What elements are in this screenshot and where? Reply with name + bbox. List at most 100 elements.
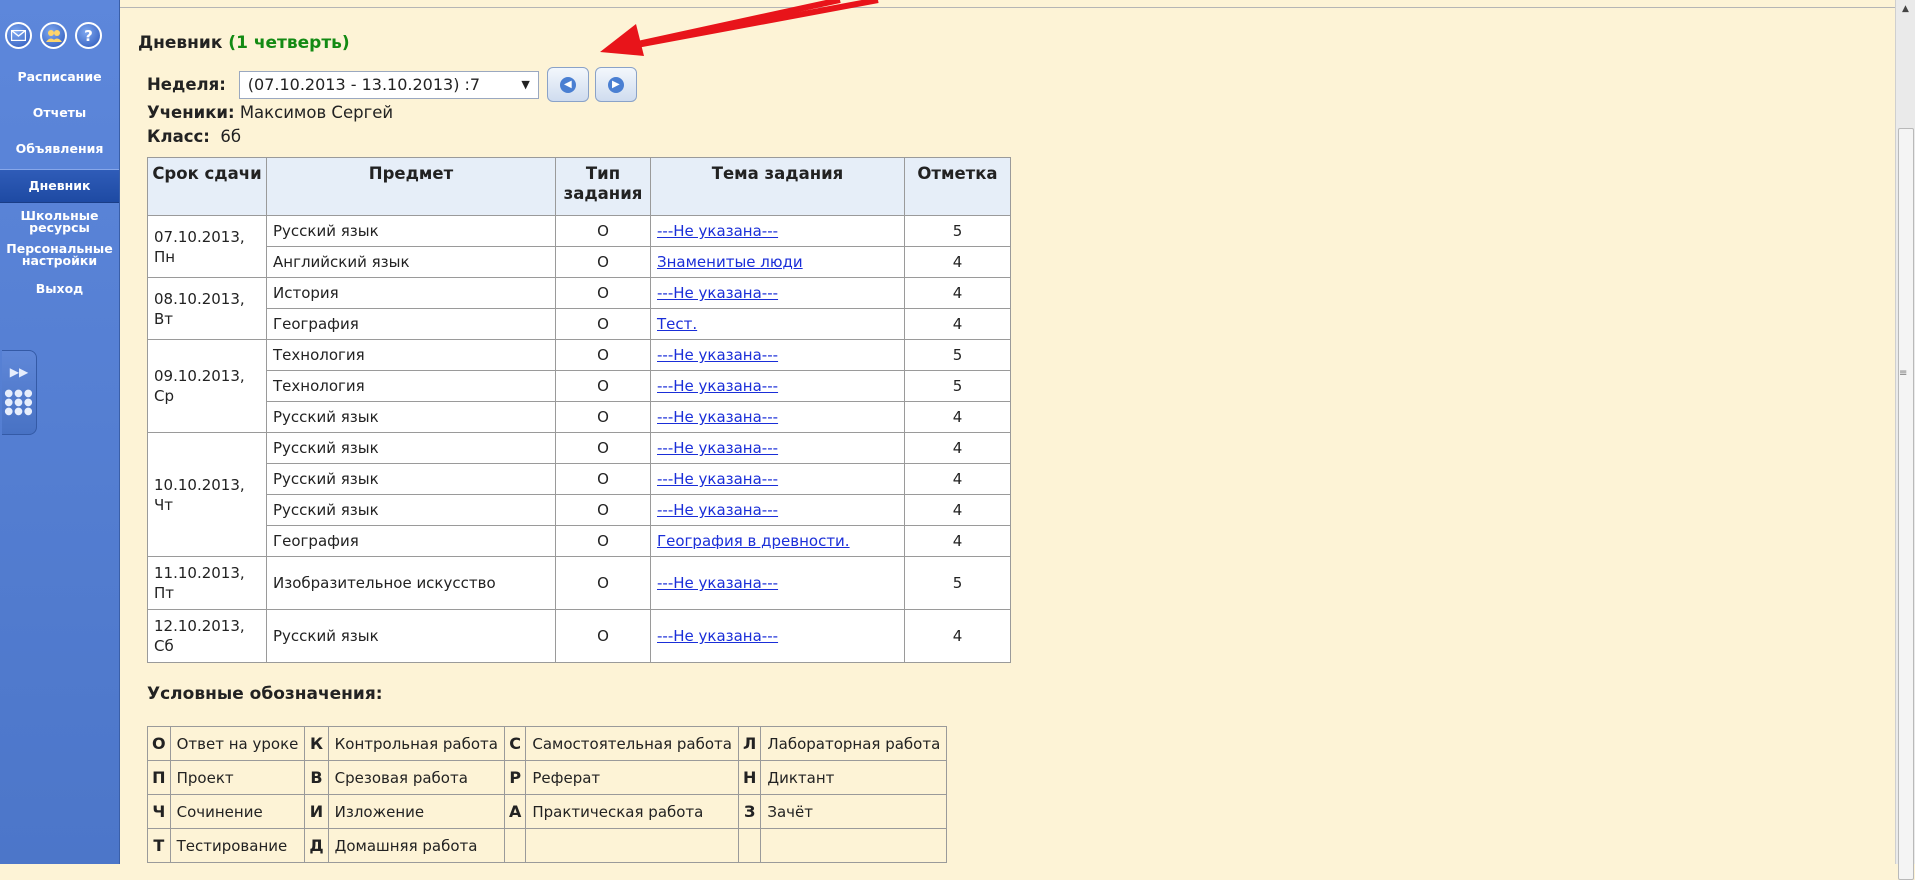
weekday: Сб	[154, 637, 174, 655]
legend-code: Д	[304, 828, 329, 863]
sidebar-item-announcements[interactable]: Объявления	[0, 131, 119, 167]
week-label: Неделя:	[147, 75, 226, 94]
legend-code: С	[503, 726, 527, 761]
table-row: 11.10.2013, Пт Изобразительное искусство О -…	[147, 556, 1011, 610]
subject-text: Русский язык	[273, 408, 379, 426]
task-topic-link[interactable]: ---Не указана---	[657, 408, 778, 426]
legend-description: Срезовая работа	[327, 760, 505, 795]
task-topic-link[interactable]: ---Не указана---	[657, 346, 778, 364]
header-task-topic: Тема задания	[650, 157, 905, 216]
task-topic-link[interactable]: ---Не указана---	[657, 222, 778, 240]
next-week-button[interactable]: ▶	[594, 67, 637, 102]
scroll-up-icon[interactable]: ▲	[1896, 0, 1915, 18]
subject-text: История	[273, 284, 339, 302]
legend-code: П	[147, 760, 171, 795]
task-topic-link[interactable]: ---Не указана---	[657, 377, 778, 395]
task-topic-cell: Тест.	[650, 308, 905, 340]
subject-cell: Русский язык	[266, 494, 556, 526]
legend-description: Тестирование	[169, 828, 306, 863]
sidebar-item-logout[interactable]: Выход	[0, 271, 119, 307]
sidebar-toggle[interactable]: ▶▶ ●●● ●●● ●●●	[2, 350, 37, 435]
mark-cell: 4	[904, 401, 1011, 433]
subject-text: Английский язык	[273, 253, 410, 271]
legend-row: П Проект В Срезовая работа Р Реферат Н Диктант	[147, 760, 948, 795]
mark-text: 5	[952, 346, 963, 364]
week-select[interactable]: (07.10.2013 - 13.10.2013) :7 ▼	[238, 70, 539, 99]
mark-text: 4	[952, 501, 963, 519]
double-chevron-right-icon: ▶▶	[9, 365, 29, 379]
task-topic-link[interactable]: География в древности.	[657, 532, 850, 550]
diary-body: 07.10.2013, Пн Русский язык О ---Не указана-…	[147, 215, 1011, 663]
legend-code: Т	[147, 828, 171, 863]
help-icon[interactable]: ?	[75, 22, 102, 49]
task-topic-link[interactable]: Знаменитые люди	[657, 253, 803, 271]
mark-text: 4	[952, 315, 963, 333]
subject-text: Технология	[273, 346, 365, 364]
task-topic-link[interactable]: ---Не указана---	[657, 439, 778, 457]
due-date-cell: 10.10.2013, Чт	[147, 432, 267, 557]
prev-week-button[interactable]: ◀	[546, 67, 589, 102]
sidebar-item-diary[interactable]: Дневник	[0, 169, 119, 203]
task-topic-link[interactable]: ---Не указана---	[657, 284, 778, 302]
task-type-text: О	[597, 315, 609, 333]
mark-cell: 5	[904, 370, 1011, 402]
legend-code: В	[304, 760, 329, 795]
subject-cell: География	[266, 308, 556, 340]
legend-row: Ч Сочинение И Изложение А Практическая работа…	[147, 794, 948, 829]
task-topic-link[interactable]: ---Не указана---	[657, 470, 778, 488]
subject-text: Русский язык	[273, 501, 379, 519]
legend-description: Проект	[169, 760, 306, 795]
mail-icon[interactable]	[5, 22, 32, 49]
mark-cell: 4	[904, 525, 1011, 557]
users-icon[interactable]	[40, 22, 67, 49]
diary-header-row: Срок сдачи Предмет Тип задания Тема зада…	[147, 157, 1011, 216]
student-label: Ученики:	[147, 103, 235, 122]
legend-code: Л	[737, 726, 762, 761]
task-type-cell: О	[555, 277, 651, 309]
task-type-cell: О	[555, 525, 651, 557]
header-due-date: Срок сдачи	[147, 157, 267, 216]
table-row: Русский язык О ---Не указана--- 4	[148, 401, 1011, 433]
task-type-cell: О	[555, 339, 651, 371]
sidebar-item-school-resources[interactable]: Школьные ресурсы	[0, 205, 119, 238]
legend-code: И	[304, 794, 329, 829]
task-topic-cell: Знаменитые люди	[650, 246, 905, 278]
task-topic-cell: ---Не указана---	[650, 556, 905, 610]
task-type-text: О	[597, 377, 609, 395]
mark-text: 4	[952, 253, 963, 271]
quarter-label: (1 четверть)	[228, 33, 350, 53]
scroll-grip-icon: ≡	[1899, 368, 1908, 379]
table-row: География О География в древности. 4	[148, 525, 1011, 557]
mark-cell: 4	[904, 277, 1011, 309]
task-topic-link[interactable]: ---Не указана---	[657, 627, 778, 645]
mark-cell: 5	[904, 215, 1011, 247]
task-topic-cell: ---Не указана---	[650, 609, 905, 663]
subject-text: Русский язык	[273, 439, 379, 457]
sidebar-item-schedule[interactable]: Расписание	[0, 59, 119, 95]
legend-title: Условные обозначения:	[147, 684, 383, 704]
task-topic-link[interactable]: ---Не указана---	[657, 574, 778, 592]
subject-cell: Русский язык	[266, 463, 556, 495]
class-value: 6б	[220, 127, 242, 146]
subject-text: Изобразительное искусство	[273, 574, 496, 592]
task-type-cell: О	[555, 609, 651, 663]
scroll-thumb[interactable]	[1898, 128, 1914, 880]
legend-body: О Ответ на уроке К Контрольная работа С Самос…	[147, 726, 948, 863]
subject-text: География	[273, 315, 359, 333]
task-topic-cell: ---Не указана---	[650, 432, 905, 464]
task-topic-cell: География в древности.	[650, 525, 905, 557]
due-date-cell: 07.10.2013, Пн	[147, 215, 267, 278]
legend-description: Домашняя работа	[327, 828, 505, 863]
subject-cell: Русский язык	[266, 609, 556, 663]
subject-cell: Русский язык	[266, 215, 556, 247]
weekday: Ср	[154, 387, 174, 405]
task-topic-link[interactable]: Тест.	[657, 315, 697, 333]
legend-description: Контрольная работа	[327, 726, 505, 761]
table-row: 12.10.2013, Сб Русский язык О ---Не указана-…	[147, 609, 1011, 663]
task-topic-link[interactable]: ---Не указана---	[657, 501, 778, 519]
subject-text: География	[273, 532, 359, 550]
sidebar-item-reports[interactable]: Отчеты	[0, 95, 119, 131]
vertical-scrollbar[interactable]: ▲ ≡	[1895, 0, 1915, 880]
table-row: Английский язык О Знаменитые люди 4	[148, 246, 1011, 278]
sidebar-item-personal-settings[interactable]: Персональные настройки	[0, 238, 119, 271]
